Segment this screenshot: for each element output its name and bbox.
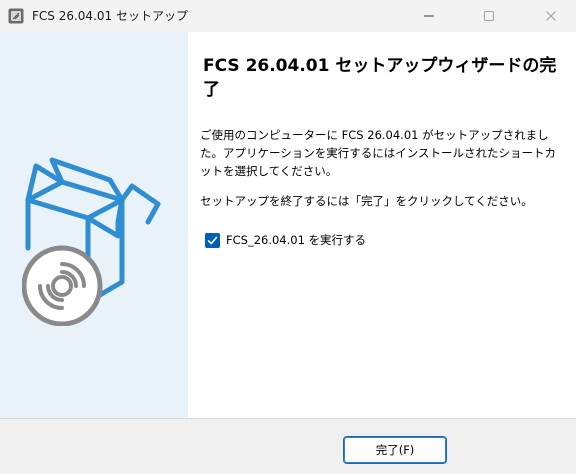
page-title: FCS 26.04.01 セットアップウィザードの完了 — [203, 56, 557, 100]
checkmark-icon — [207, 236, 218, 244]
disc-icon — [22, 245, 103, 326]
wizard-content: FCS 26.04.01 セットアップウィザードの完了 ご使用のコンピューターに… — [188, 32, 576, 418]
finish-button[interactable]: 完了(F) — [343, 436, 447, 464]
minimize-icon — [424, 15, 434, 17]
minimize-button[interactable] — [406, 0, 452, 32]
finish-instruction: セットアップを終了するには「完了」をクリックしてください。 — [200, 194, 533, 208]
run-app-label: FCS_26.04.01 を実行する — [226, 233, 367, 247]
title-bar: FCS 26.04.01 セットアップ — [0, 0, 576, 32]
button-bar: 完了(F) — [0, 418, 576, 474]
maximize-button[interactable] — [466, 0, 512, 32]
window-title: FCS 26.04.01 セットアップ — [32, 9, 188, 23]
close-button[interactable] — [526, 0, 576, 32]
run-app-checkbox[interactable]: FCS_26.04.01 を実行する — [205, 230, 366, 250]
side-panel — [0, 32, 188, 418]
installer-icon — [8, 8, 24, 24]
maximize-icon — [484, 11, 494, 21]
completion-description: ご使用のコンピューターに FCS 26.04.01 がセットアップされました。ア… — [200, 128, 557, 178]
box-with-disc-icon — [22, 157, 161, 326]
checkbox-checked[interactable] — [205, 232, 220, 248]
close-icon — [546, 11, 556, 21]
